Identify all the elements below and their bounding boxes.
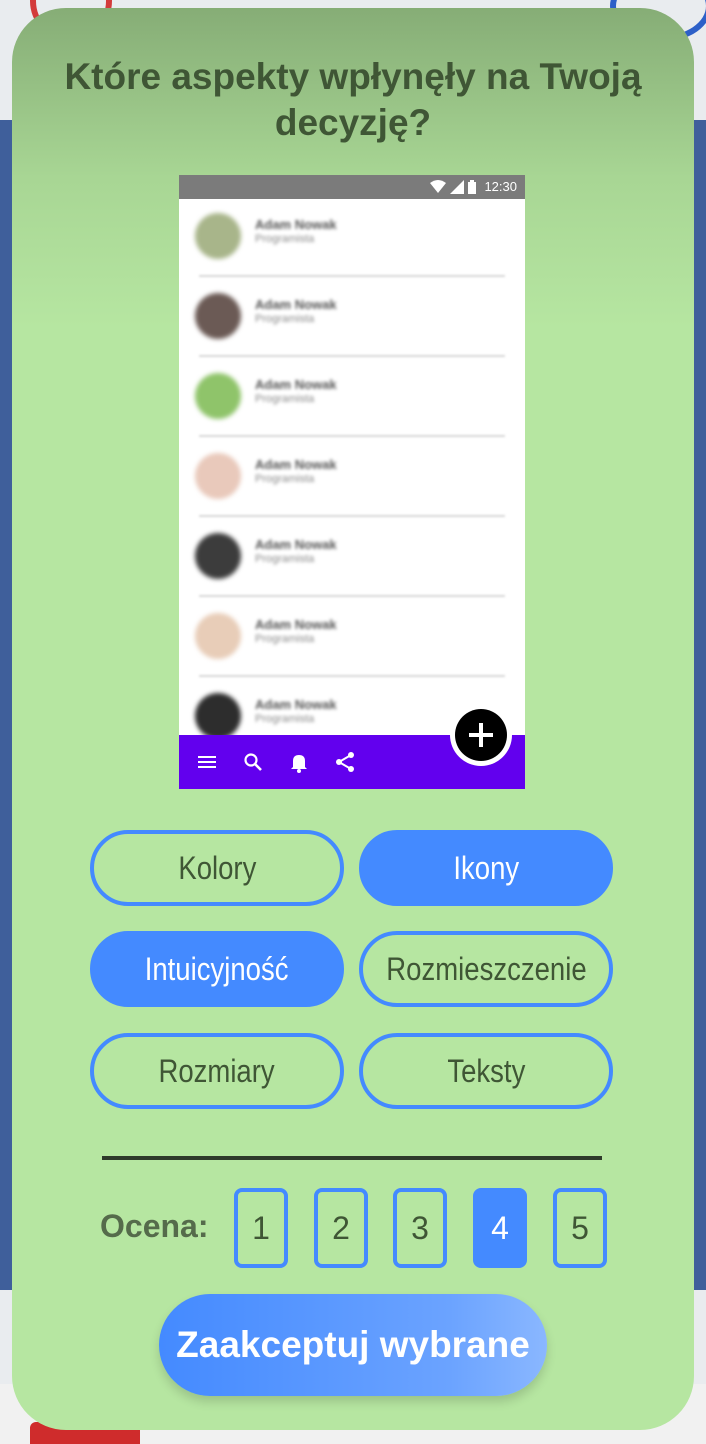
contact-row: Adam Nowak Programista (179, 599, 525, 679)
contact-subtitle: Programista (255, 553, 315, 565)
search-icon (244, 753, 262, 771)
menu-icon (198, 756, 216, 768)
rating-option-1[interactable]: 1 (234, 1188, 288, 1268)
accept-button[interactable]: Zaakceptuj wybrane (159, 1294, 547, 1396)
row-divider (199, 595, 505, 597)
row-divider (199, 275, 505, 277)
contact-row: Adam Nowak Programista (179, 439, 525, 519)
status-bar: 12:30 (179, 175, 525, 199)
rating-option-4[interactable]: 4 (473, 1188, 527, 1268)
contact-name: Adam Nowak (255, 617, 337, 632)
contact-list: Adam Nowak Programista Adam Nowak Programis… (179, 199, 525, 759)
avatar (195, 693, 241, 739)
contact-subtitle: Programista (255, 473, 315, 485)
rating-option-3[interactable]: 3 (393, 1188, 447, 1268)
avatar (195, 213, 241, 259)
bell-icon (291, 755, 307, 773)
contact-name: Adam Nowak (255, 457, 337, 472)
contact-row: Adam Nowak Programista (179, 199, 525, 279)
avatar (195, 533, 241, 579)
contact-subtitle: Programista (255, 393, 315, 405)
row-divider (199, 355, 505, 357)
contact-subtitle: Programista (255, 233, 315, 245)
wifi-icon (430, 180, 447, 193)
avatar (195, 613, 241, 659)
rating-option-5[interactable]: 5 (553, 1188, 607, 1268)
plus-icon (469, 723, 493, 747)
status-time: 12:30 (484, 179, 517, 194)
choice-sizes[interactable]: Rozmiary (90, 1033, 344, 1109)
contact-row: Adam Nowak Programista (179, 279, 525, 359)
design-preview: 12:30 Adam Nowak Programista Adam Nowak Pro… (179, 175, 525, 789)
dialog-title: Które aspekty wpłynęły na Twoją decyzję? (12, 54, 694, 146)
contact-subtitle: Programista (255, 713, 315, 725)
contact-name: Adam Nowak (255, 297, 337, 312)
contact-name: Adam Nowak (255, 697, 337, 712)
row-divider (199, 675, 505, 677)
contact-subtitle: Programista (255, 633, 315, 645)
choice-texts[interactable]: Teksty (359, 1033, 613, 1109)
contact-row: Adam Nowak Programista (179, 359, 525, 439)
dialog-title-line: Które aspekty wpłynęły na Twoją (64, 56, 642, 97)
row-divider (199, 435, 505, 437)
avatar (195, 453, 241, 499)
contact-name: Adam Nowak (255, 537, 337, 552)
choice-layout[interactable]: Rozmieszczenie (359, 931, 613, 1007)
dialog-title-line: decyzję? (274, 102, 432, 143)
add-fab (450, 704, 512, 766)
contact-subtitle: Programista (255, 313, 315, 325)
choice-colors[interactable]: Kolory (90, 830, 344, 906)
share-icon (336, 752, 354, 772)
choice-icons[interactable]: Ikony (359, 830, 613, 906)
row-divider (199, 515, 505, 517)
rating-label: Ocena: (100, 1208, 209, 1244)
battery-icon (468, 180, 477, 194)
divider (102, 1156, 602, 1160)
signal-icon (450, 180, 465, 194)
contact-name: Adam Nowak (255, 377, 337, 392)
rating-option-2[interactable]: 2 (314, 1188, 368, 1268)
avatar (195, 373, 241, 419)
feedback-dialog: Które aspekty wpłynęły na Twoją decyzję?… (12, 8, 694, 1430)
contact-name: Adam Nowak (255, 217, 337, 232)
avatar (195, 293, 241, 339)
choice-intuitiveness[interactable]: Intuicyjność (90, 931, 344, 1007)
contact-row: Adam Nowak Programista (179, 519, 525, 599)
